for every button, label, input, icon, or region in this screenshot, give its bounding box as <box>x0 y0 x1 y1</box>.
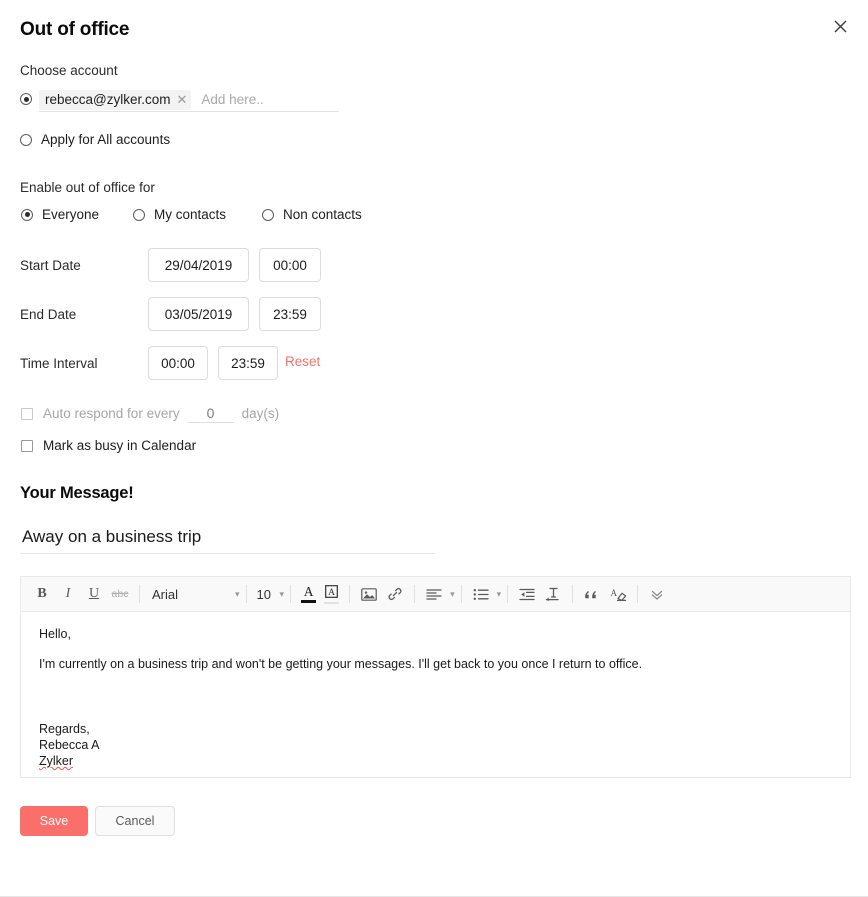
blockquote-icon[interactable] <box>579 581 605 607</box>
your-message-heading: Your Message! <box>20 484 134 502</box>
indent-icon[interactable] <box>514 581 540 607</box>
editor-toolbar: B I U abc Arial ▾ 10 ▾ A A ▾ ▾ A <box>21 577 850 612</box>
align-chevron-down-icon[interactable]: ▾ <box>450 589 455 600</box>
signature-line-2: Rebecca A <box>39 737 100 752</box>
bullet-list-icon[interactable] <box>468 581 494 607</box>
toolbar-divider <box>414 585 416 603</box>
radio-my-contacts-indicator[interactable] <box>133 208 145 221</box>
auto-respond-row[interactable]: Auto respond for every day(s) <box>21 404 279 423</box>
rich-text-editor: B I U abc Arial ▾ 10 ▾ A A ▾ ▾ A Hello, … <box>20 576 851 778</box>
image-icon[interactable] <box>356 581 382 607</box>
page-title: Out of office <box>20 19 130 40</box>
font-family-value: Arial <box>152 586 179 602</box>
italic-button[interactable]: I <box>55 581 81 607</box>
radio-everyone[interactable]: Everyone <box>21 207 99 222</box>
underline-button[interactable]: U <box>81 581 107 607</box>
enable-for-label: Enable out of office for <box>20 180 155 195</box>
out-of-office-dialog: Out of office Choose account rebecca@zyl… <box>0 0 868 897</box>
toolbar-divider <box>572 585 574 603</box>
radio-all-accounts-label[interactable]: Apply for All accounts <box>41 132 170 147</box>
close-icon[interactable] <box>829 15 851 37</box>
font-size-value: 10 <box>256 586 271 602</box>
radio-non-contacts-indicator[interactable] <box>262 208 274 221</box>
toolbar-divider <box>637 585 639 603</box>
radio-non-contacts-label[interactable]: Non contacts <box>283 207 362 222</box>
font-size-chevron-down-icon[interactable]: ▾ <box>280 589 285 600</box>
auto-respond-days-input[interactable] <box>187 404 234 423</box>
mark-busy-checkbox[interactable] <box>21 439 33 452</box>
list-chevron-down-icon[interactable]: ▾ <box>497 589 502 600</box>
bold-button[interactable]: B <box>29 581 55 607</box>
radio-everyone-indicator[interactable] <box>21 208 33 221</box>
font-family-chevron-down-icon[interactable]: ▾ <box>235 589 240 600</box>
radio-my-contacts[interactable]: My contacts <box>133 207 226 222</box>
text-color-glyph: A <box>303 584 314 599</box>
toolbar-divider <box>245 585 247 603</box>
mark-busy-label[interactable]: Mark as busy in Calendar <box>43 438 196 453</box>
end-time-input[interactable] <box>259 297 321 331</box>
svg-text:A: A <box>610 588 617 598</box>
account-chip-label: rebecca@zylker.com <box>45 92 171 107</box>
message-body-line-1: Hello, <box>39 627 71 641</box>
start-time-input[interactable] <box>259 248 321 282</box>
reset-link[interactable]: Reset <box>285 354 320 369</box>
radio-specific-account-indicator[interactable] <box>20 93 32 105</box>
link-icon[interactable] <box>382 581 408 607</box>
radio-non-contacts[interactable]: Non contacts <box>262 207 362 222</box>
toolbar-divider <box>139 585 140 603</box>
interval-to-input[interactable] <box>218 346 278 380</box>
radio-specific-account[interactable] <box>20 93 32 105</box>
message-body-line-2: I'm currently on a business trip and won… <box>39 656 643 671</box>
font-size-select[interactable]: 10 <box>253 581 277 607</box>
toolbar-divider <box>460 585 462 603</box>
message-body-editor[interactable]: Hello, I'm currently on a business trip … <box>21 612 850 777</box>
toolbar-divider <box>349 585 351 603</box>
chevron-down-double-icon[interactable] <box>644 581 670 607</box>
cancel-button[interactable]: Cancel <box>95 806 175 836</box>
highlight-color-glyph: A <box>325 584 338 600</box>
signature-line-1: Regards, <box>39 721 90 736</box>
message-body-spacer <box>39 686 832 703</box>
toolbar-divider <box>290 585 292 603</box>
end-date-input[interactable] <box>148 297 249 331</box>
font-family-select[interactable]: Arial <box>146 581 232 607</box>
account-add-input[interactable] <box>199 89 340 110</box>
strikethrough-button[interactable]: abc <box>107 581 133 607</box>
eraser-icon[interactable]: A <box>605 581 631 607</box>
signature-line-3: Zylker <box>39 754 74 769</box>
radio-all-accounts-indicator[interactable] <box>20 133 32 146</box>
auto-respond-days-suffix: day(s) <box>241 406 280 421</box>
radio-my-contacts-label[interactable]: My contacts <box>154 207 226 222</box>
radio-all-accounts[interactable]: Apply for All accounts <box>20 132 170 147</box>
time-interval-label: Time Interval <box>20 356 98 371</box>
auto-respond-checkbox[interactable] <box>21 407 33 420</box>
subject-input[interactable] <box>20 524 435 554</box>
auto-respond-label: Auto respond for every <box>43 406 180 421</box>
save-button[interactable]: Save <box>20 806 88 836</box>
mark-busy-row[interactable]: Mark as busy in Calendar <box>21 438 196 453</box>
start-date-input[interactable] <box>148 248 249 282</box>
end-date-label: End Date <box>20 307 77 322</box>
account-chip-remove-icon[interactable]: ✕ <box>177 93 188 106</box>
text-color-button[interactable]: A <box>297 581 320 607</box>
text-color-swatch <box>301 600 317 603</box>
highlight-color-swatch <box>324 601 340 604</box>
highlight-color-button[interactable]: A <box>320 581 343 607</box>
choose-account-label: Choose account <box>20 63 118 78</box>
align-left-icon[interactable] <box>421 581 447 607</box>
toolbar-divider <box>507 585 509 603</box>
account-input-field[interactable]: rebecca@zylker.com ✕ <box>39 88 340 112</box>
svg-text:A: A <box>328 588 335 598</box>
start-date-label: Start Date <box>20 258 81 273</box>
interval-from-input[interactable] <box>148 346 208 380</box>
clear-formatting-icon[interactable] <box>540 581 566 607</box>
radio-everyone-label[interactable]: Everyone <box>42 207 99 222</box>
account-chip: rebecca@zylker.com ✕ <box>39 89 192 110</box>
